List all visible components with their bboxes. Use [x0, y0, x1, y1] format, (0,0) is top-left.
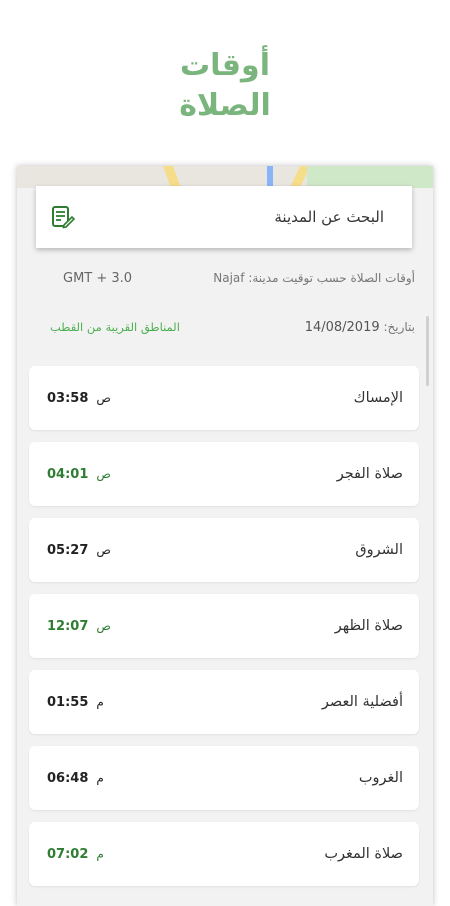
- time-value: 03:58: [47, 390, 89, 406]
- prayer-time: 01:55 م: [47, 695, 104, 710]
- prayer-card-sunrise[interactable]: 05:27 ص الشروق: [29, 518, 419, 582]
- prayer-time: 03:58 ص: [47, 391, 111, 406]
- page-title-line1: أوقات: [180, 48, 270, 83]
- prayer-name: صلاة الظهر: [334, 618, 403, 634]
- prayer-card-maghrib[interactable]: 07:02 م صلاة المغرب: [29, 822, 419, 886]
- prayer-time: 06:48 م: [47, 771, 104, 786]
- ampm: ص: [96, 391, 111, 405]
- app-screen: البحث عن المدينة GMT + 3.0 أوقات الصلاة …: [17, 166, 433, 906]
- prayer-name: الإمساك: [353, 390, 403, 406]
- map-preview: [17, 166, 433, 188]
- city-info-text: أوقات الصلاة حسب توقيت مدينة: Najaf: [213, 271, 415, 285]
- date-info: بتاريخ: 14/08/2019: [305, 320, 415, 335]
- prayer-name: صلاة المغرب: [324, 846, 403, 862]
- prayer-time: 05:27 ص: [47, 543, 111, 558]
- prayer-time: 12:07 ص: [47, 619, 111, 634]
- prayer-card-sunset[interactable]: 06:48 م الغروب: [29, 746, 419, 810]
- prayer-name: الشروق: [355, 542, 403, 558]
- date-value: 14/08/2019: [304, 319, 380, 335]
- page-title-line2: الصلاة: [179, 88, 271, 123]
- city-search-bar[interactable]: البحث عن المدينة: [36, 186, 412, 248]
- ampm: م: [96, 695, 104, 709]
- prayer-name: صلاة الفجر: [336, 466, 403, 482]
- time-value: 01:55: [47, 694, 89, 710]
- ampm: ص: [96, 543, 111, 557]
- gmt-offset: GMT + 3.0: [63, 270, 133, 286]
- prayer-name: الغروب: [358, 770, 403, 786]
- prayer-card-dhuhr[interactable]: 12:07 ص صلاة الظهر: [29, 594, 419, 658]
- search-label: البحث عن المدينة: [274, 208, 384, 226]
- prayer-card-asr[interactable]: 01:55 م أفضلية العصر: [29, 670, 419, 734]
- prayer-time: 07:02 م: [47, 847, 104, 862]
- edit-note-icon[interactable]: [48, 203, 76, 231]
- prayer-name: أفضلية العصر: [321, 694, 403, 710]
- time-value: 05:27: [47, 542, 89, 558]
- time-value: 07:02: [47, 846, 89, 862]
- city-info-row: GMT + 3.0 أوقات الصلاة حسب توقيت مدينة: …: [17, 266, 433, 290]
- ampm: م: [96, 847, 104, 861]
- prayer-card-fajr[interactable]: 04:01 ص صلاة الفجر: [29, 442, 419, 506]
- prayer-card-imsak[interactable]: 03:58 ص الإمساك: [29, 366, 419, 430]
- date-row: المناطق القريبة من القطب بتاريخ: 14/08/2…: [17, 315, 433, 339]
- date-label: بتاريخ:: [383, 319, 415, 334]
- ampm: ص: [96, 619, 111, 633]
- nearby-poles-link[interactable]: المناطق القريبة من القطب: [50, 320, 180, 334]
- scrollbar[interactable]: [426, 316, 429, 386]
- time-value: 12:07: [47, 618, 89, 634]
- time-value: 04:01: [47, 466, 89, 482]
- ampm: م: [96, 771, 104, 785]
- time-value: 06:48: [47, 770, 89, 786]
- prayer-time: 04:01 ص: [47, 467, 111, 482]
- ampm: ص: [96, 467, 111, 481]
